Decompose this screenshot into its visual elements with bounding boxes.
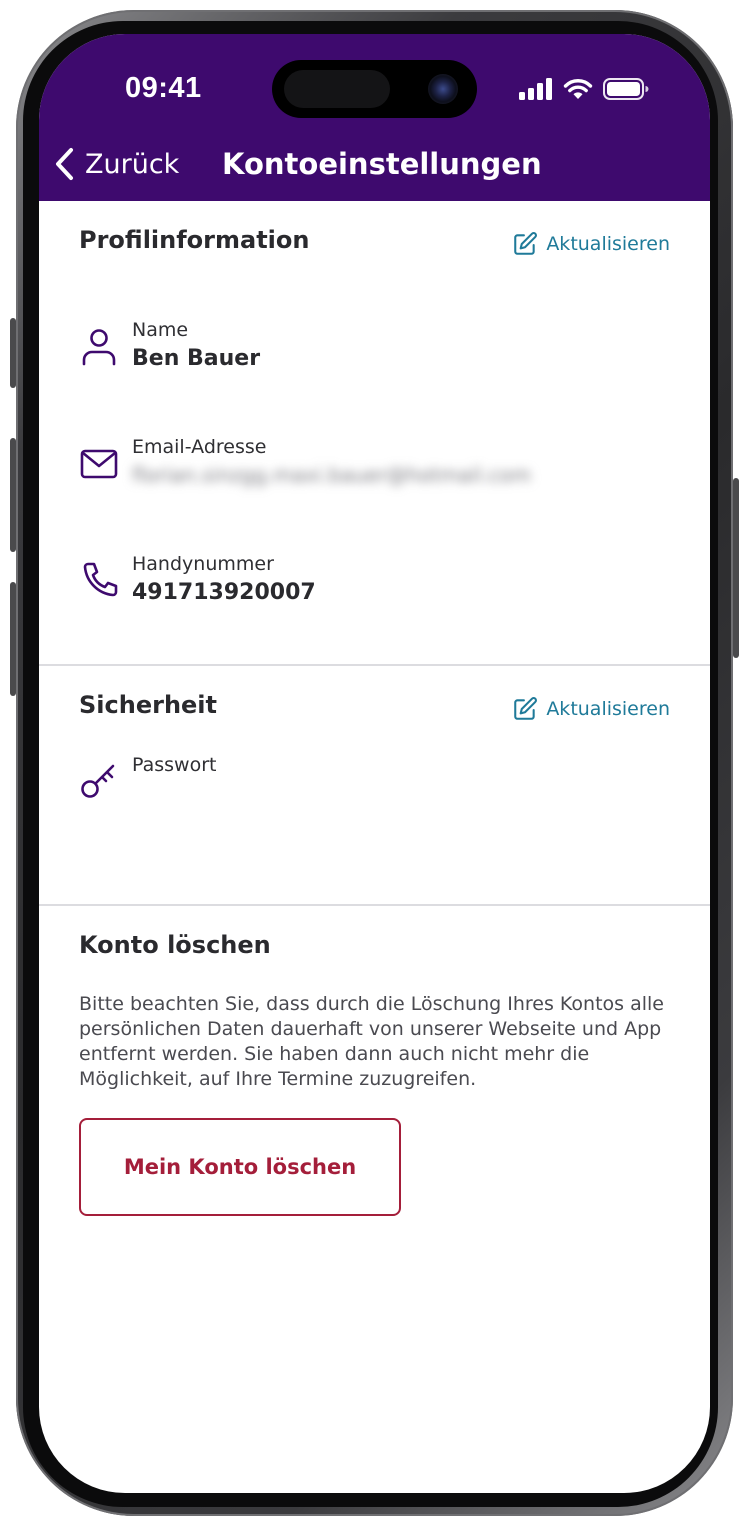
profile-section: Profilinformation Aktualisieren Name Ben… — [39, 201, 710, 664]
status-time: 09:41 — [125, 72, 202, 104]
password-row: Passwort — [79, 752, 670, 869]
phone-value: 491713920007 — [132, 580, 316, 605]
edit-icon — [514, 232, 538, 255]
security-edit-link[interactable]: Aktualisieren — [512, 696, 670, 722]
profile-edit-link[interactable]: Aktualisieren — [512, 231, 670, 257]
mail-icon — [80, 449, 118, 479]
camera-icon — [428, 74, 458, 104]
back-button[interactable]: Zurück — [53, 142, 179, 186]
power-button — [733, 478, 739, 658]
app-header: 09:41 Zurück Kontoeinstellungen — [39, 34, 710, 201]
password-label: Passwort — [132, 754, 217, 776]
security-section-title: Sicherheit — [79, 691, 217, 719]
name-value: Ben Bauer — [132, 346, 261, 371]
chevron-left-icon — [56, 148, 73, 180]
profile-section-header: Profilinformation Aktualisieren — [79, 201, 670, 287]
phone-label: Handynummer — [132, 553, 274, 575]
battery-icon — [603, 78, 649, 100]
delete-account-button[interactable]: Mein Konto löschen — [79, 1118, 401, 1216]
wifi-icon — [563, 79, 593, 99]
island-sensor — [284, 70, 390, 108]
email-row: Email-Adresse florian.sinzgg.maxi.bauer@… — [79, 434, 670, 551]
email-value: florian.sinzgg.maxi.bauer@hotmail.com — [132, 463, 532, 487]
action-button — [10, 318, 16, 388]
delete-account-text: Bitte beachten Sie, dass durch die Lösch… — [79, 993, 664, 1090]
name-row: Name Ben Bauer — [79, 317, 670, 434]
page-title: Kontoeinstellungen — [222, 147, 542, 181]
profile-section-title: Profilinformation — [79, 226, 310, 254]
edit-icon — [514, 697, 538, 720]
profile-edit-label: Aktualisieren — [546, 233, 670, 255]
delete-section-title: Konto löschen — [79, 931, 271, 959]
security-edit-label: Aktualisieren — [546, 698, 670, 720]
security-section-header: Sicherheit Aktualisieren — [79, 666, 670, 752]
volume-up-button — [10, 438, 16, 552]
dynamic-island — [272, 60, 477, 118]
delete-section-header: Konto löschen — [79, 906, 670, 992]
screen: 09:41 Zurück Kontoeinstellungen Profilin… — [39, 34, 710, 1493]
back-label: Zurück — [85, 148, 180, 180]
content: Profilinformation Aktualisieren Name Ben… — [39, 201, 710, 1216]
phone-icon — [83, 562, 118, 597]
status-icons — [519, 74, 649, 104]
security-section: Sicherheit Aktualisieren Passwort — [39, 666, 710, 904]
key-icon — [81, 764, 115, 798]
cellular-signal-icon — [519, 78, 552, 100]
delete-account-section: Konto löschen Bitte beachten Sie, dass d… — [39, 906, 710, 1216]
name-label: Name — [132, 319, 189, 341]
volume-down-button — [10, 582, 16, 696]
phone-row: Handynummer 491713920007 — [79, 551, 670, 668]
email-label: Email-Adresse — [132, 436, 267, 458]
person-icon — [82, 329, 116, 366]
